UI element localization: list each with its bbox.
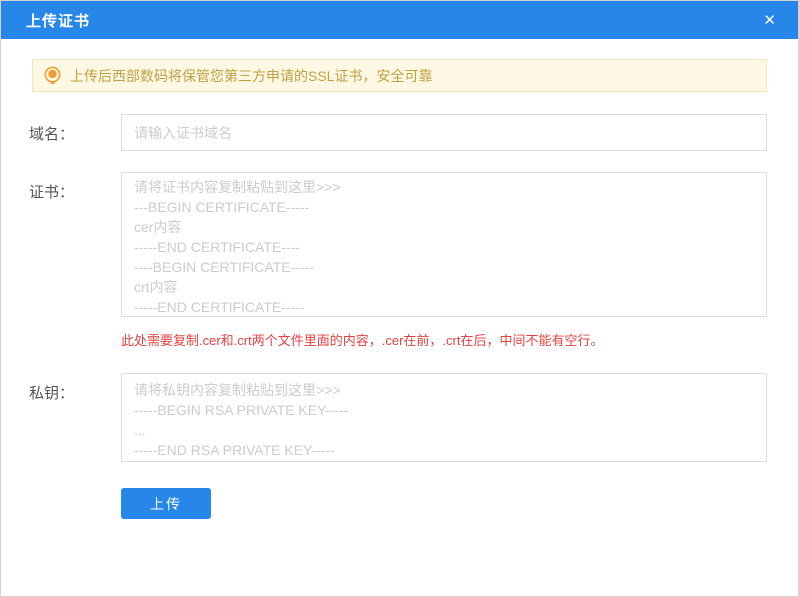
certificate-label: 证书： — [29, 184, 75, 201]
notice-text: 上传后西部数码将保管您第三方申请的SSL证书，安全可靠 — [70, 67, 433, 84]
dialog-header: 上传证书 ✕ — [1, 1, 798, 39]
certificate-textarea[interactable] — [121, 172, 767, 317]
submit-row: 上传 — [29, 488, 767, 519]
private-key-field-group — [121, 373, 767, 462]
certificate-warning-text: 此处需要复制.cer和.crt两个文件里面的内容，.cer在前，.crt在后，中… — [121, 333, 604, 348]
private-key-textarea[interactable] — [121, 373, 767, 462]
notice-banner: 上传后西部数码将保管您第三方申请的SSL证书，安全可靠 — [32, 59, 767, 92]
certificate-field-group: 此处需要复制.cer和.crt两个文件里面的内容，.cer在前，.crt在后，中… — [121, 172, 767, 349]
close-icon[interactable]: ✕ — [761, 11, 778, 30]
dialog-title: 上传证书 — [26, 12, 91, 30]
upload-certificate-dialog: 上传证书 ✕ 上传后西部数码将保管您第三方申请的SSL证书，安全可靠 域名： 证… — [0, 0, 799, 597]
lightbulb-icon — [43, 66, 62, 85]
domain-row: 域名： — [29, 114, 767, 151]
domain-label: 域名： — [29, 126, 75, 143]
certificate-row: 证书： 此处需要复制.cer和.crt两个文件里面的内容，.cer在前，.crt… — [29, 172, 767, 349]
domain-input[interactable] — [121, 114, 767, 151]
private-key-row: 私钥： — [29, 373, 767, 462]
upload-button[interactable]: 上传 — [121, 488, 211, 519]
private-key-label: 私钥： — [29, 385, 75, 402]
